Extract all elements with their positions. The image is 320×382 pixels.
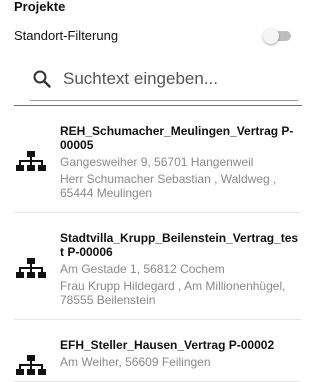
project-title: EFH_Steller_Hausen_Vertrag P-00002	[60, 338, 275, 352]
search-input[interactable]	[63, 66, 293, 92]
sitemap-icon	[16, 151, 46, 171]
sitemap-icon	[16, 258, 46, 278]
location-filter-label: Standort-Filterung	[14, 28, 119, 43]
project-title: Stadtvilla_Krupp_Beilenstein_Vertrag_tes…	[60, 231, 299, 259]
project-list-item[interactable]: EFH_Steller_Hausen_Vertrag P-00002 Am We…	[14, 320, 301, 382]
page-title: Projekte	[14, 0, 66, 14]
project-address: Am Weiher, 56609 Feilingen	[60, 355, 211, 369]
project-title: REH_Schumacher_Meulingen_Vertrag P-00005	[60, 124, 294, 152]
sitemap-icon	[16, 355, 46, 375]
project-list: REH_Schumacher_Meulingen_Vertrag P-00005…	[14, 106, 301, 382]
toggle-thumb	[263, 28, 279, 44]
location-filter-row[interactable]: Standort-Filterung	[14, 26, 299, 46]
search-box[interactable]	[30, 62, 298, 101]
project-address: Gangesweiher 9, 56701 Hangenweil	[60, 155, 254, 169]
project-list-item[interactable]: Stadtvilla_Krupp_Beilenstein_Vertrag_tes…	[14, 213, 301, 320]
project-client: Frau Krupp Hildegard , Am Millionenhügel…	[60, 279, 286, 307]
search-icon[interactable]	[32, 69, 52, 89]
location-filter-toggle[interactable]	[263, 28, 291, 44]
project-list-item[interactable]: REH_Schumacher_Meulingen_Vertrag P-00005…	[14, 106, 301, 213]
project-address: Am Gestade 1, 56812 Cochem	[60, 262, 225, 276]
project-client: Herr Schumacher Sebastian , Waldweg , 65…	[60, 172, 277, 200]
